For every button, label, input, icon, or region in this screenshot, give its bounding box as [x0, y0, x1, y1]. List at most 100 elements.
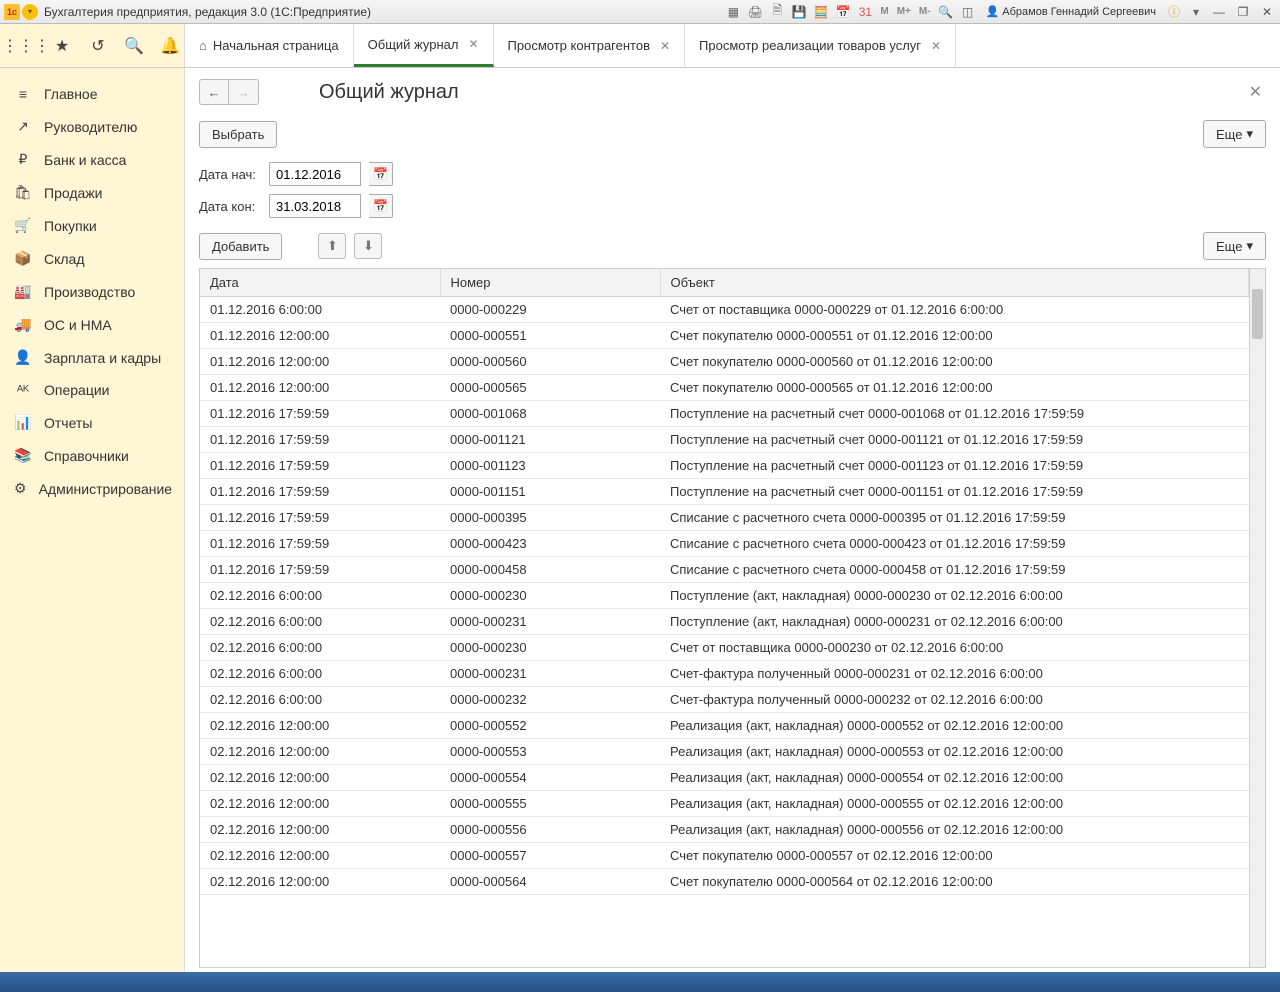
- date-from-picker-button[interactable]: 📅: [369, 162, 393, 186]
- back-button[interactable]: ←: [199, 79, 229, 105]
- sidebar-item-7[interactable]: 🚚ОС и НМА: [0, 308, 184, 341]
- vertical-scrollbar[interactable]: [1249, 269, 1265, 967]
- zoom-icon[interactable]: 🔍: [938, 4, 954, 20]
- print-icon[interactable]: 🖨: [747, 4, 763, 20]
- more-label-2: Еще: [1216, 239, 1242, 254]
- move-down-button[interactable]: ⬇: [354, 233, 382, 259]
- windows-icon[interactable]: ◫: [960, 4, 976, 20]
- sidebar-item-3[interactable]: 🛍 Продажи: [0, 176, 184, 209]
- table-row[interactable]: 01.12.2016 17:59:590000-000423Списание с…: [200, 531, 1249, 557]
- table-row[interactable]: 01.12.2016 17:59:590000-001068Поступлени…: [200, 401, 1249, 427]
- table-row[interactable]: 02.12.2016 12:00:000000-000552Реализация…: [200, 713, 1249, 739]
- table-row[interactable]: 01.12.2016 12:00:000000-000551Счет покуп…: [200, 323, 1249, 349]
- info-drop-icon[interactable]: ▾: [1188, 4, 1204, 20]
- sidebar-item-6[interactable]: 🏭Производство: [0, 275, 184, 308]
- tab-3[interactable]: Просмотр реализации товаров услуг✕: [685, 24, 956, 67]
- save-icon[interactable]: 💾: [791, 4, 807, 20]
- table-row[interactable]: 02.12.2016 6:00:000000-000230Поступление…: [200, 583, 1249, 609]
- m-btn[interactable]: M: [879, 6, 889, 17]
- tab-label: Общий журнал: [368, 37, 459, 52]
- page-title: Общий журнал: [319, 81, 459, 104]
- m-minus-btn[interactable]: M-: [918, 6, 932, 17]
- sidebar-label: Руководителю: [44, 119, 137, 135]
- sidebar-label: Покупки: [44, 218, 97, 234]
- add-button[interactable]: Добавить: [199, 233, 282, 260]
- search-icon[interactable]: 🔍: [122, 34, 146, 58]
- cell-num: 0000-000232: [440, 687, 660, 713]
- table-row[interactable]: 01.12.2016 17:59:590000-001151Поступлени…: [200, 479, 1249, 505]
- table-row[interactable]: 01.12.2016 17:59:590000-000458Списание с…: [200, 557, 1249, 583]
- m-plus-btn[interactable]: M+: [896, 6, 912, 17]
- table-row[interactable]: 01.12.2016 17:59:590000-001123Поступлени…: [200, 453, 1249, 479]
- table-row[interactable]: 01.12.2016 6:00:000000-000229Счет от пос…: [200, 297, 1249, 323]
- table-row[interactable]: 02.12.2016 12:00:000000-000554Реализация…: [200, 765, 1249, 791]
- sidebar-item-8[interactable]: 👤Зарплата и кадры: [0, 341, 184, 374]
- sidebar-item-4[interactable]: 🛒Покупки: [0, 209, 184, 242]
- table-row[interactable]: 02.12.2016 6:00:000000-000231Поступление…: [200, 609, 1249, 635]
- scroll-thumb[interactable]: [1252, 289, 1263, 339]
- more-button-1[interactable]: Еще▾: [1203, 120, 1266, 148]
- calendar-icon[interactable]: 📅: [835, 4, 851, 20]
- apps-icon[interactable]: ⋮⋮⋮: [14, 34, 38, 58]
- col-object-header[interactable]: Объект: [660, 269, 1249, 297]
- date-from-label: Дата нач:: [199, 167, 261, 182]
- table-row[interactable]: 02.12.2016 12:00:000000-000555Реализация…: [200, 791, 1249, 817]
- table-row[interactable]: 02.12.2016 6:00:000000-000230Счет от пос…: [200, 635, 1249, 661]
- tab-2[interactable]: Просмотр контрагентов✕: [494, 24, 686, 67]
- date-to-picker-button[interactable]: 📅: [369, 194, 393, 218]
- minimize-button[interactable]: —: [1210, 4, 1228, 20]
- cell-obj: Реализация (акт, накладная) 0000-000555 …: [660, 791, 1249, 817]
- forward-button[interactable]: →: [229, 79, 259, 105]
- sidebar-item-12[interactable]: ⚙Администрирование: [0, 472, 184, 505]
- sidebar-item-5[interactable]: 📦Склад: [0, 242, 184, 275]
- app-menu-dropdown-icon[interactable]: ▾: [22, 4, 38, 20]
- cell-date: 02.12.2016 12:00:00: [200, 869, 440, 895]
- calc-icon[interactable]: 🧮: [813, 4, 829, 20]
- cell-date: 01.12.2016 12:00:00: [200, 349, 440, 375]
- select-button[interactable]: Выбрать: [199, 121, 277, 148]
- move-up-button[interactable]: ⬆: [318, 233, 346, 259]
- table-row[interactable]: 02.12.2016 12:00:000000-000556Реализация…: [200, 817, 1249, 843]
- maximize-button[interactable]: ❐: [1234, 4, 1252, 20]
- more-button-2[interactable]: Еще▾: [1203, 232, 1266, 260]
- sidebar-item-11[interactable]: 📚Справочники: [0, 439, 184, 472]
- tab-close-icon[interactable]: ✕: [468, 37, 478, 51]
- table-row[interactable]: 01.12.2016 12:00:000000-000560Счет покуп…: [200, 349, 1249, 375]
- sidebar-label: Продажи: [44, 185, 102, 201]
- table-row[interactable]: 01.12.2016 17:59:590000-000395Списание с…: [200, 505, 1249, 531]
- table-row[interactable]: 01.12.2016 12:00:000000-000565Счет покуп…: [200, 375, 1249, 401]
- table-row[interactable]: 02.12.2016 12:00:000000-000553Реализация…: [200, 739, 1249, 765]
- table-row[interactable]: 02.12.2016 12:00:000000-000564Счет покуп…: [200, 869, 1249, 895]
- close-window-button[interactable]: ✕: [1258, 4, 1276, 20]
- sidebar-item-0[interactable]: ≡Главное: [0, 78, 184, 110]
- tab-1[interactable]: Общий журнал ✕: [354, 24, 494, 67]
- tab-close-icon[interactable]: ✕: [931, 39, 941, 53]
- date-icon[interactable]: 31: [857, 4, 873, 20]
- star-icon[interactable]: ★: [50, 34, 74, 58]
- current-user[interactable]: 👤Абрамов Геннадий Сергеевич: [982, 5, 1160, 18]
- history-icon[interactable]: ↺: [86, 34, 110, 58]
- bell-icon[interactable]: 🔔: [158, 34, 182, 58]
- sidebar-icon: 🛍: [14, 184, 32, 201]
- cell-obj: Счет покупателю 0000-000560 от 01.12.201…: [660, 349, 1249, 375]
- sidebar-item-2[interactable]: ₽Банк и касса: [0, 143, 184, 176]
- table-row[interactable]: 02.12.2016 12:00:000000-000557Счет покуп…: [200, 843, 1249, 869]
- toolbar-icon-1[interactable]: ▦: [725, 4, 741, 20]
- cell-num: 0000-000557: [440, 843, 660, 869]
- sidebar-item-1[interactable]: ↗Руководителю: [0, 110, 184, 143]
- sidebar-item-10[interactable]: 📊Отчеты: [0, 406, 184, 439]
- tab-0[interactable]: ⌂Начальная страница: [184, 24, 354, 67]
- table-row[interactable]: 01.12.2016 17:59:590000-001121Поступлени…: [200, 427, 1249, 453]
- table-row[interactable]: 02.12.2016 6:00:000000-000231Счет-фактур…: [200, 661, 1249, 687]
- col-number-header[interactable]: Номер: [440, 269, 660, 297]
- table-row[interactable]: 02.12.2016 6:00:000000-000232Счет-фактур…: [200, 687, 1249, 713]
- sidebar-item-9[interactable]: ᴬᴷОперации: [0, 374, 184, 406]
- tab-close-icon[interactable]: ✕: [660, 39, 670, 53]
- col-date-header[interactable]: Дата: [200, 269, 440, 297]
- date-from-input[interactable]: [269, 162, 361, 186]
- info-icon[interactable]: ⓘ: [1166, 4, 1182, 20]
- close-page-button[interactable]: ✕: [1245, 78, 1266, 106]
- doc-icon[interactable]: 🗎: [769, 4, 785, 20]
- tool-row: ⋮⋮⋮ ★ ↺ 🔍 🔔 ⌂Начальная страницаОбщий жур…: [0, 24, 1280, 68]
- date-to-input[interactable]: [269, 194, 361, 218]
